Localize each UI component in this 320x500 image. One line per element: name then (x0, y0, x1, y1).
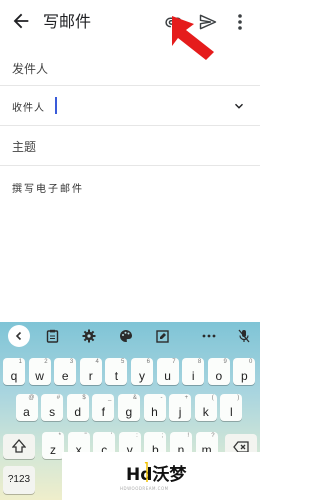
key-label: g (125, 405, 133, 419)
key-p[interactable]: 0p (233, 358, 256, 385)
subject-field[interactable]: 主题 (0, 126, 260, 166)
key-alt-label: ; (161, 433, 164, 439)
key-r[interactable]: 4r (79, 358, 102, 385)
key-alt-label: ( (211, 395, 214, 401)
key-w[interactable]: 2w (28, 358, 51, 385)
key-alt-label: + (184, 395, 189, 401)
key-label: t (114, 369, 119, 383)
key-d[interactable]: $ d (66, 394, 89, 421)
key-label: e (61, 369, 69, 383)
key-label: q (10, 369, 18, 383)
symbols-key[interactable]: ?123 (3, 466, 35, 494)
key-alt-label: 6 (146, 359, 150, 365)
key-label: w (35, 369, 44, 383)
palette-icon[interactable] (116, 326, 136, 346)
key-l[interactable]: ) l (220, 394, 243, 421)
key-a[interactable]: @ a (15, 394, 38, 421)
key-label: s (49, 405, 56, 419)
key-alt-label: _ (107, 395, 112, 401)
key-alt-label: ! (187, 433, 189, 439)
key-alt-label: 7 (172, 359, 176, 365)
watermark-logo: Hd沃梦 (126, 462, 187, 484)
key-alt-label: ) (237, 395, 240, 401)
key-j[interactable]: + j (169, 394, 192, 421)
key-i[interactable]: 8i (182, 358, 205, 385)
key-alt-label: @ (28, 395, 35, 401)
keyboard-toolbar (0, 322, 260, 350)
key-label: j (178, 405, 182, 419)
key-y[interactable]: 6y (131, 358, 153, 385)
key-label: y (139, 369, 145, 383)
key-label: u (164, 369, 171, 383)
top-app-bar: 写邮件 (0, 0, 260, 44)
key-alt-label: 3 (69, 359, 74, 365)
key-label: o (215, 369, 223, 383)
key-u[interactable]: 7u (156, 358, 179, 385)
key-g[interactable]: & g (117, 394, 140, 421)
to-label: 收件人 (12, 103, 45, 114)
key-alt-label: 9 (223, 359, 227, 365)
key-label: l (229, 405, 233, 419)
settings-icon[interactable] (79, 326, 99, 346)
from-field[interactable]: 发件人 (0, 48, 260, 86)
more-horizontal-icon[interactable] (199, 326, 219, 346)
key-alt-label: # (56, 395, 61, 401)
key-alt-label: 0 (249, 359, 253, 365)
key-label: p (241, 369, 248, 383)
mic-off-icon[interactable] (234, 326, 254, 346)
key-label: a (23, 405, 30, 419)
compose-body-placeholder[interactable]: 撰写电子邮件 (12, 180, 84, 195)
key-alt-label: ? (211, 433, 215, 439)
key-alt-label: " (84, 433, 87, 439)
key-label: k (202, 405, 209, 419)
collapse-icon[interactable] (8, 325, 30, 347)
key-alt-label: * (58, 433, 61, 439)
key-alt-label: 1 (18, 359, 22, 365)
chevron-down-icon[interactable] (232, 99, 246, 113)
key-q[interactable]: 1q (3, 358, 25, 385)
to-field[interactable]: 收件人 (0, 86, 260, 126)
text-caret (55, 97, 57, 114)
key-h[interactable]: -h (143, 394, 166, 421)
from-label: 发件人 (12, 62, 49, 76)
watermark-url: HDWOODREAM.COM (120, 486, 169, 491)
clipboard-icon[interactable] (42, 326, 62, 346)
key-alt-label: 5 (121, 359, 125, 365)
key-alt-label: & (132, 395, 137, 401)
shift-key[interactable] (3, 434, 35, 459)
key-alt-label: : (136, 433, 138, 439)
subject-label: 主题 (12, 140, 37, 154)
key-alt-label: 2 (44, 359, 48, 365)
key-alt-label: - (160, 395, 163, 401)
key-alt-label: ' (111, 433, 113, 439)
key-s[interactable]: # s (41, 394, 64, 421)
svg-text:Hd沃梦: Hd沃梦 (126, 464, 187, 484)
page-title: 写邮件 (43, 12, 92, 31)
key-z[interactable]: * z (42, 432, 64, 459)
key-t[interactable]: 5t (105, 358, 128, 385)
more-vertical-icon[interactable] (232, 12, 248, 32)
key-alt-label: 8 (197, 359, 202, 365)
back-arrow-icon[interactable] (10, 10, 32, 32)
key-label: d (74, 405, 82, 419)
key-o[interactable]: 9o (207, 358, 230, 385)
key-alt-label: $ (82, 395, 86, 401)
edit-icon[interactable] (152, 326, 172, 346)
key-label: z (50, 443, 56, 457)
key-label: h (151, 405, 158, 419)
key-label: i (191, 369, 195, 383)
key-label: r (88, 369, 93, 383)
key-alt-label: 4 (95, 359, 99, 365)
key-f[interactable]: _ f (92, 394, 115, 421)
key-e[interactable]: 3e (54, 358, 77, 385)
key-k[interactable]: (k (194, 394, 217, 421)
key-label: f (101, 405, 105, 419)
